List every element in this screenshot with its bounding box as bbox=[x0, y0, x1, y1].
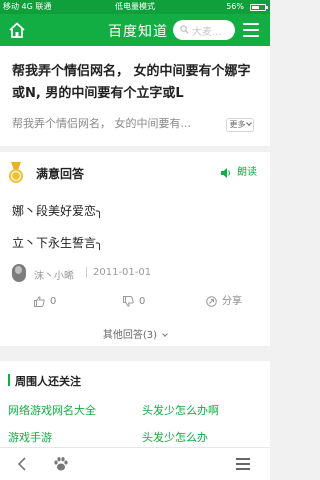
read-aloud-label: 朗读 bbox=[237, 167, 257, 178]
like-count: 0 bbox=[50, 296, 57, 307]
dislike-button[interactable]: 0 bbox=[123, 295, 153, 309]
best-answer-card: 满意回答 朗读 娜丶段美好爱恋╮ 立丶下永生誓言╮ 沫丶小晞 2011-01-0… bbox=[0, 152, 270, 346]
chevron-down-icon bbox=[245, 120, 252, 126]
app-header: 百度知道 大麦... bbox=[0, 14, 270, 46]
battery-icon bbox=[250, 4, 268, 11]
related-card: 周围人还关注 网络游戏网名大全 头发少怎么办啊 游戏手游 头发少怎么办 bbox=[0, 361, 270, 447]
dislike-count: 0 bbox=[139, 296, 146, 307]
answer-line: 立丶下永生誓言╮ bbox=[12, 236, 104, 250]
read-aloud-button[interactable]: 朗读 bbox=[220, 165, 264, 181]
medal-icon bbox=[9, 162, 23, 183]
speaker-icon bbox=[221, 168, 230, 178]
thumbs-down-icon bbox=[123, 296, 134, 307]
menu-button[interactable] bbox=[243, 23, 259, 37]
share-label: 分享 bbox=[222, 296, 242, 307]
paw-icon[interactable] bbox=[53, 456, 69, 472]
related-title: 周围人还关注 bbox=[15, 375, 81, 388]
back-icon[interactable] bbox=[16, 457, 28, 471]
search-placeholder: 大麦... bbox=[192, 27, 222, 38]
battery-fill bbox=[252, 6, 259, 9]
more-label: 更多 bbox=[229, 120, 246, 129]
other-answers-toggle[interactable]: 其他回答(3) bbox=[0, 326, 270, 341]
question-title: 帮我弄个情侣网名， 女的中间要有个娜字或N, 男的中间要有个立字或L bbox=[12, 64, 251, 101]
other-answers-label: 其他回答(3) bbox=[102, 330, 158, 341]
home-button[interactable] bbox=[8, 21, 26, 39]
best-answer-label: 满意回答 bbox=[36, 167, 85, 181]
related-link[interactable]: 网络游戏网名大全 bbox=[8, 402, 96, 418]
related-link[interactable]: 游戏手游 bbox=[8, 429, 52, 445]
related-link[interactable]: 头发少怎么办啊 bbox=[142, 402, 219, 418]
thumbs-up-icon bbox=[34, 296, 45, 307]
search-input[interactable]: 大麦... bbox=[173, 20, 235, 40]
search-icon bbox=[180, 25, 189, 34]
answer-line: 娜丶段美好爱恋╮ bbox=[12, 204, 104, 218]
bottom-nav bbox=[0, 447, 270, 480]
list-icon bbox=[236, 458, 250, 460]
battery-percent: 56% bbox=[226, 2, 244, 11]
list-menu-button[interactable] bbox=[236, 458, 250, 470]
question-card: 帮我弄个情侣网名， 女的中间要有个娜字或N, 男的中间要有个立字或L 帮我弄个情… bbox=[0, 46, 270, 146]
avatar[interactable] bbox=[12, 264, 26, 282]
answer-date: 2011-01-01 bbox=[86, 267, 151, 278]
share-button[interactable]: 分享 bbox=[206, 295, 248, 309]
section-marker bbox=[8, 374, 10, 386]
status-bar: 移动 4G 联通 低电量模式 56% bbox=[0, 0, 270, 14]
related-link[interactable]: 头发少怎么办 bbox=[142, 429, 208, 445]
chevron-down-icon bbox=[162, 331, 168, 337]
answerer-name[interactable]: 沫丶小晞 bbox=[34, 267, 74, 282]
like-button[interactable]: 0 bbox=[34, 295, 64, 309]
question-summary[interactable]: 帮我弄个情侣网名， 女的中间要有... bbox=[12, 116, 222, 132]
home-icon bbox=[9, 22, 25, 38]
menu-icon bbox=[243, 23, 259, 25]
brand-title: 百度知道 bbox=[108, 24, 168, 40]
more-button[interactable]: 更多 bbox=[226, 118, 254, 132]
share-icon bbox=[206, 296, 217, 307]
